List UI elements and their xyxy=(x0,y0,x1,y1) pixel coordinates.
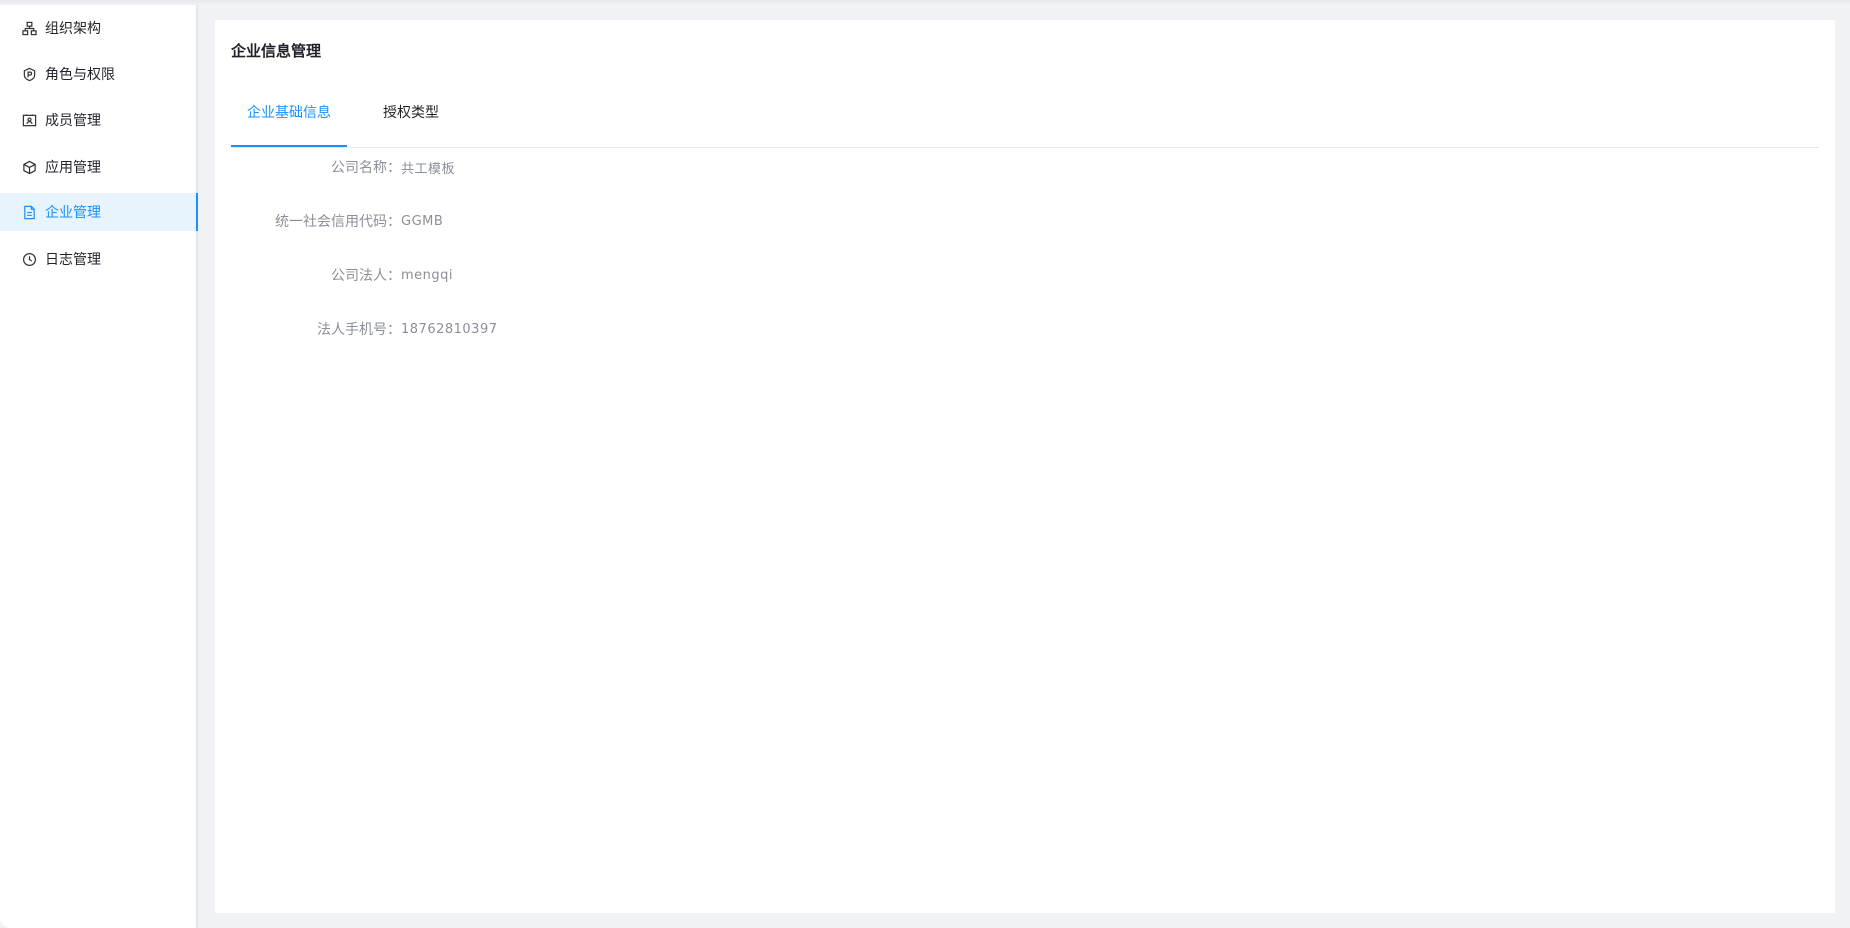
sidebar-item-logs[interactable]: 日志管理 xyxy=(0,240,198,278)
shield-icon xyxy=(21,66,37,82)
sidebar-item-label: 应用管理 xyxy=(45,160,101,176)
field-label: 公司法人： xyxy=(331,268,401,284)
cube-icon xyxy=(21,159,37,175)
tab-bar: 企业基础信息 授权类型 xyxy=(231,93,1819,148)
field-legal-phone: 法人手机号： 18762810397 xyxy=(231,318,497,340)
app-window: 组织架构 角色与权限 成员管理 应用管理 企业管理 日志管理 企业信息管理 企业… xyxy=(0,0,1850,928)
sidebar-item-label: 成员管理 xyxy=(45,113,101,129)
sidebar-item-enterprise[interactable]: 企业管理 xyxy=(0,193,198,231)
field-label: 统一社会信用代码： xyxy=(275,214,401,230)
field-label: 公司名称： xyxy=(331,160,401,176)
sidebar-item-members[interactable]: 成员管理 xyxy=(0,101,198,139)
sidebar-item-label: 组织架构 xyxy=(45,21,101,37)
sidebar-item-label: 日志管理 xyxy=(45,252,101,268)
tab-license-type[interactable]: 授权类型 xyxy=(379,93,443,146)
sidebar: 组织架构 角色与权限 成员管理 应用管理 企业管理 日志管理 xyxy=(0,0,198,928)
sidebar-item-label: 角色与权限 xyxy=(45,67,115,83)
main-panel: 企业信息管理 企业基础信息 授权类型 公司名称： 共工模板 统一社会信用代码： … xyxy=(215,20,1835,913)
sidebar-item-label: 企业管理 xyxy=(45,205,101,221)
field-label: 法人手机号： xyxy=(317,322,401,338)
id-card-icon xyxy=(21,112,37,128)
field-legal-person: 公司法人： mengqi xyxy=(231,264,453,286)
field-value: 18762810397 xyxy=(401,321,498,337)
page-title: 企业信息管理 xyxy=(231,42,322,60)
field-value: GGMB xyxy=(401,213,444,229)
sidebar-item-org-structure[interactable]: 组织架构 xyxy=(0,9,198,47)
org-structure-icon xyxy=(21,20,37,36)
field-value: mengqi xyxy=(401,267,454,283)
sidebar-item-roles[interactable]: 角色与权限 xyxy=(0,55,198,93)
sidebar-item-apps[interactable]: 应用管理 xyxy=(0,148,198,186)
top-shadow xyxy=(0,0,1850,5)
clock-icon xyxy=(21,251,37,267)
field-value: 共工模板 xyxy=(401,161,456,177)
field-company-name: 公司名称： 共工模板 xyxy=(231,156,455,178)
field-credit-code: 统一社会信用代码： GGMB xyxy=(231,210,443,232)
tab-basic-info[interactable]: 企业基础信息 xyxy=(231,93,347,147)
document-icon xyxy=(21,204,37,220)
